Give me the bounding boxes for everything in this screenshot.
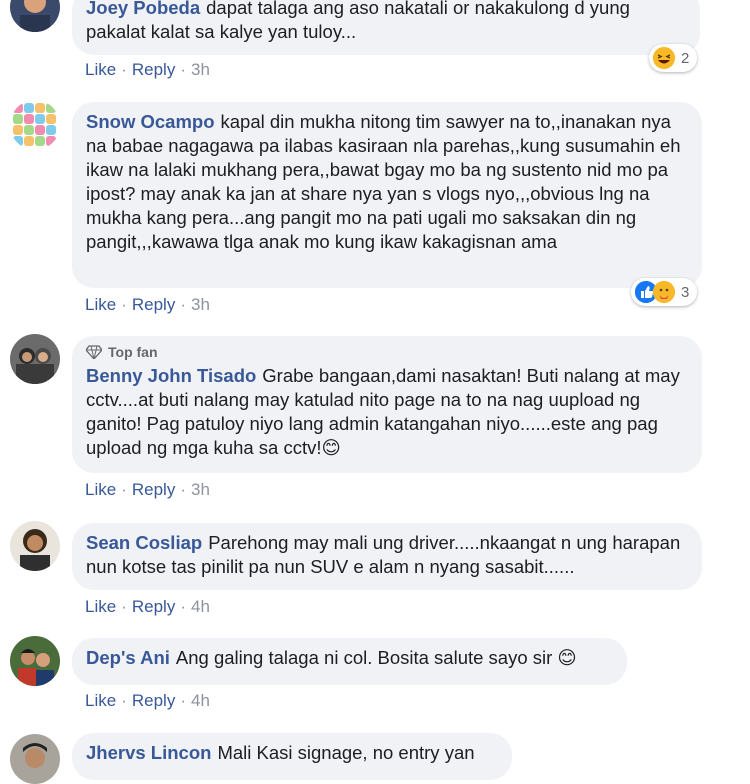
like-button[interactable]: Like xyxy=(85,691,116,711)
separator: · xyxy=(121,60,127,79)
comment-timestamp[interactable]: 4h xyxy=(191,597,210,617)
comment-timestamp[interactable]: 3h xyxy=(191,60,210,80)
comment-bubble: Dep's Ani Ang galing talaga ni col. Bosit… xyxy=(72,638,627,685)
comment-timestamp[interactable]: 3h xyxy=(191,480,210,500)
reply-button[interactable]: Reply xyxy=(132,691,175,711)
avatar[interactable] xyxy=(10,521,60,571)
avatar[interactable] xyxy=(10,0,60,32)
comment-author[interactable]: Sean Cosliap xyxy=(86,532,202,553)
avatar[interactable] xyxy=(10,100,60,150)
diamond-icon xyxy=(86,345,102,359)
avatar[interactable] xyxy=(10,636,60,686)
comment-bubble: Jhervs Lincon Mali Kasi signage, no entry… xyxy=(72,733,512,780)
reply-button[interactable]: Reply xyxy=(132,60,175,80)
comment-actions: Like · Reply · 4h xyxy=(85,597,210,617)
comment-text: Ang galing talaga ni col. Bosita salute … xyxy=(175,647,577,668)
separator: · xyxy=(121,597,127,616)
comment-author[interactable]: Joey Pobeda xyxy=(86,0,200,18)
reaction-summary[interactable]: 3 xyxy=(631,278,698,306)
separator: · xyxy=(121,295,127,314)
comment-actions: Like · Reply · 3h xyxy=(85,60,210,80)
comment-text: Mali Kasi signage, no entry yan xyxy=(217,742,475,763)
comment-text: kapal din mukha nitong tim sawyer na to,… xyxy=(86,111,681,252)
comment-actions: Like · Reply · 3h xyxy=(85,480,210,500)
like-button[interactable]: Like xyxy=(85,597,116,617)
separator: · xyxy=(180,480,186,499)
separator: · xyxy=(180,597,186,616)
avatar[interactable] xyxy=(10,334,60,384)
separator: · xyxy=(121,691,127,710)
top-fan-badge: Top fan xyxy=(86,342,688,362)
care-emoji-icon xyxy=(653,281,675,303)
top-fan-label: Top fan xyxy=(108,344,158,360)
reaction-count: 2 xyxy=(681,49,690,67)
comment-bubble: Sean Cosliap Parehong may mali ung driver… xyxy=(72,523,702,590)
comment-actions: Like · Reply · 4h xyxy=(85,691,210,711)
comment-author[interactable]: Benny John Tisado xyxy=(86,365,256,386)
like-button[interactable]: Like xyxy=(85,480,116,500)
comment-actions: Like · Reply · 3h xyxy=(85,295,210,315)
separator: · xyxy=(180,60,186,79)
laugh-emoji-icon xyxy=(653,47,675,69)
separator: · xyxy=(180,295,186,314)
reply-button[interactable]: Reply xyxy=(132,295,175,315)
comment-timestamp[interactable]: 3h xyxy=(191,295,210,315)
comment-author[interactable]: Jhervs Lincon xyxy=(86,742,211,763)
separator: · xyxy=(180,691,186,710)
comment-bubble: Joey Pobeda dapat talaga ang aso nakatali… xyxy=(72,0,700,55)
reply-button[interactable]: Reply xyxy=(132,480,175,500)
comment-timestamp[interactable]: 4h xyxy=(191,691,210,711)
reply-button[interactable]: Reply xyxy=(132,597,175,617)
comment-bubble: Top fan Benny John Tisado Grabe bangaan,d… xyxy=(72,336,702,473)
like-button[interactable]: Like xyxy=(85,295,116,315)
separator: · xyxy=(121,480,127,499)
reaction-count: 3 xyxy=(681,283,690,301)
comment-author[interactable]: Dep's Ani xyxy=(86,647,170,668)
like-button[interactable]: Like xyxy=(85,60,116,80)
reaction-summary[interactable]: 2 xyxy=(649,44,698,72)
comment-bubble: Snow Ocampo kapal din mukha nitong tim sa… xyxy=(72,102,702,288)
comment-author[interactable]: Snow Ocampo xyxy=(86,111,215,132)
